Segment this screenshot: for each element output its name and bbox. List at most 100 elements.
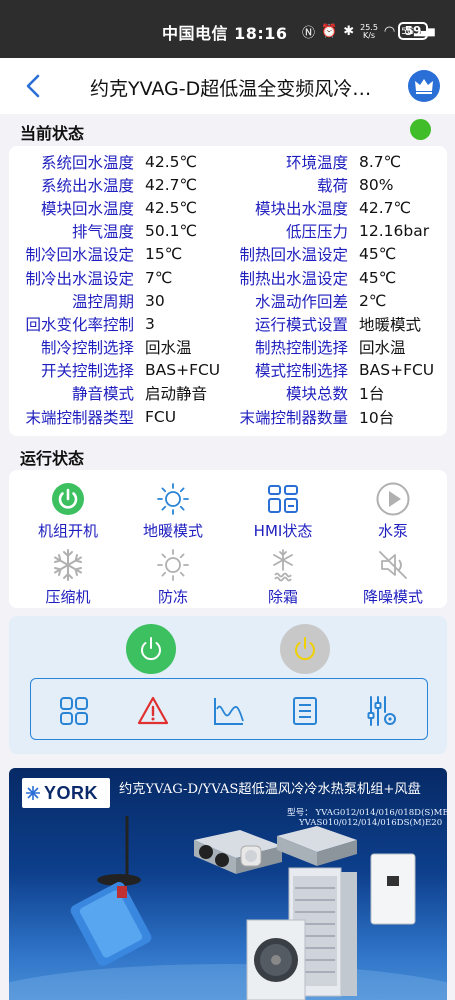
run-item-label: 防冻 <box>157 588 188 606</box>
param-value: BAS+FCU <box>359 361 435 380</box>
param-label: 系统回水温度 <box>40 153 134 172</box>
run-item-label: 压缩机 <box>45 588 91 606</box>
parameters-card: 系统回水温度 42.5℃ 环境温度 8.7℃ 系统出水温度 42.7℃ 载荷 80% 模块回水温… <box>9 146 447 436</box>
param-row: 制冷出水温设定 7℃ 制热出水温设定 45℃ <box>9 266 447 289</box>
param-value: 10台 <box>359 408 395 427</box>
param-label: 运行模式设置 <box>254 315 348 334</box>
list-icon <box>293 697 317 725</box>
run-item-label: 地暖模式 <box>142 522 203 540</box>
param-label: 模块回水温度 <box>40 199 134 218</box>
param-value: 8.7℃ <box>359 152 402 171</box>
snowflake-icon <box>54 549 82 581</box>
product-illustration <box>9 816 447 1000</box>
play-icon <box>376 482 410 516</box>
param-label: 环境温度 <box>285 153 348 172</box>
param-label: 静音模式 <box>71 385 134 404</box>
run-item-unit-on: 机组开机 <box>13 482 123 541</box>
settings-button[interactable] <box>365 694 399 728</box>
param-value: 7℃ <box>145 268 173 287</box>
param-label: 制热出水温设定 <box>239 269 348 288</box>
param-row: 温控周期 30 水温动作回差 2℃ <box>9 289 447 312</box>
nfc-icon: Ⓝ <box>302 26 316 41</box>
chevron-left-icon <box>26 74 40 98</box>
param-value: 15℃ <box>145 245 183 264</box>
param-label: 制冷出水温设定 <box>25 269 134 288</box>
param-label: 模块总数 <box>285 385 348 404</box>
param-label: 模块出水温度 <box>254 199 348 218</box>
vip-button[interactable] <box>408 70 440 102</box>
param-value: 12.16bar <box>359 222 430 241</box>
param-label: 水温动作回差 <box>254 292 348 311</box>
param-label: 排气温度 <box>71 223 134 242</box>
param-row: 末端控制器类型 FCU 末端控制器数量 10台 <box>9 405 447 428</box>
curve-icon <box>214 698 244 725</box>
run-status-card: 机组开机 地暖模式 HMI状态 水泵 压缩机 防冻 除霜 降噪模式 <box>9 470 447 608</box>
param-label: 末端控制器类型 <box>25 408 134 427</box>
sun-icon <box>157 483 189 515</box>
control-panel <box>9 616 447 754</box>
product-banner: YORK 约克YVAG-D/YVAS超低温风冷冷水热泵机组+风盘 型号： YVA… <box>9 768 447 1000</box>
param-label: 制热回水温设定 <box>239 246 348 265</box>
power-on-icon <box>52 483 84 515</box>
param-label: 低压压力 <box>285 223 348 242</box>
param-value: 45℃ <box>359 245 397 264</box>
run-item-defrost: 除霜 <box>228 548 338 607</box>
alarm-clock-icon: ⏰ <box>321 24 338 39</box>
defrost-icon <box>273 549 293 582</box>
run-item-water-pump: 水泵 <box>338 482 448 541</box>
param-row: 开关控制选择 BAS+FCU 模式控制选择 BAS+FCU <box>9 359 447 382</box>
param-label: 模式控制选择 <box>254 362 348 381</box>
param-value: 42.7℃ <box>359 198 411 217</box>
param-label: 系统出水温度 <box>40 176 134 195</box>
run-item-label: 降噪模式 <box>362 588 423 606</box>
run-item-noise-reduction: 降噪模式 <box>338 548 448 607</box>
run-item-floor-heating: 地暖模式 <box>118 482 228 541</box>
crown-icon <box>415 79 433 94</box>
param-value: BAS+FCU <box>145 361 221 380</box>
mute-icon <box>379 551 407 579</box>
param-value: 启动静音 <box>145 385 208 404</box>
function-toolbar <box>30 678 428 740</box>
param-value: 50.1℃ <box>145 222 197 241</box>
param-value: 45℃ <box>359 268 397 287</box>
run-item-label: 除霜 <box>267 588 298 606</box>
param-row: 模块回水温度 42.5℃ 模块出水温度 42.7℃ <box>9 196 447 219</box>
param-row: 排气温度 50.1℃ 低压压力 12.16bar <box>9 220 447 243</box>
wifi-icon: ◠ <box>383 24 396 39</box>
param-label: 回水变化率控制 <box>25 315 134 334</box>
power-icon <box>295 637 315 661</box>
battery-indicator: 59 <box>398 22 428 40</box>
param-label: 末端控制器数量 <box>239 408 348 427</box>
param-value: 2℃ <box>359 291 387 310</box>
param-label: 制冷回水温设定 <box>25 246 134 265</box>
bluetooth-icon: ✱ <box>343 24 355 39</box>
back-button[interactable] <box>20 70 48 102</box>
param-row: 制冷控制选择 回水温 制热控制选择 回水温 <box>9 336 447 359</box>
run-item-label: 机组开机 <box>37 522 98 540</box>
param-value: 回水温 <box>359 339 406 358</box>
param-value: FCU <box>145 407 177 426</box>
grid-icon <box>60 697 88 725</box>
param-value: 42.5℃ <box>145 198 197 217</box>
param-value: 42.7℃ <box>145 175 197 194</box>
alarm-button[interactable] <box>136 694 170 728</box>
param-row: 静音模式 启动静音 模块总数 1台 <box>9 382 447 405</box>
param-value: 42.5℃ <box>145 152 197 171</box>
param-label: 制冷控制选择 <box>40 339 134 358</box>
param-row: 系统回水温度 42.5℃ 环境温度 8.7℃ <box>9 150 447 173</box>
param-row: 回水变化率控制 3 运行模式设置 地暖模式 <box>9 312 447 335</box>
power-on-button[interactable] <box>126 624 176 674</box>
power-icon <box>141 637 161 661</box>
param-row: 制冷回水温设定 15℃ 制热回水温设定 45℃ <box>9 243 447 266</box>
run-item-label: HMI状态 <box>253 522 313 540</box>
power-off-button[interactable] <box>280 624 330 674</box>
alarm-icon <box>137 696 169 725</box>
param-label: 制热控制选择 <box>254 339 348 358</box>
curve-button[interactable] <box>212 694 246 728</box>
menu-grid-button[interactable] <box>57 694 91 728</box>
run-item-label: 水泵 <box>377 522 408 540</box>
list-button[interactable] <box>288 694 322 728</box>
param-label: 载荷 <box>316 176 348 195</box>
param-row: 系统出水温度 42.7℃ 载荷 80% <box>9 173 447 196</box>
page-title: 约克YVAG-D超低温全变频风冷热泵机组 <box>90 78 380 100</box>
